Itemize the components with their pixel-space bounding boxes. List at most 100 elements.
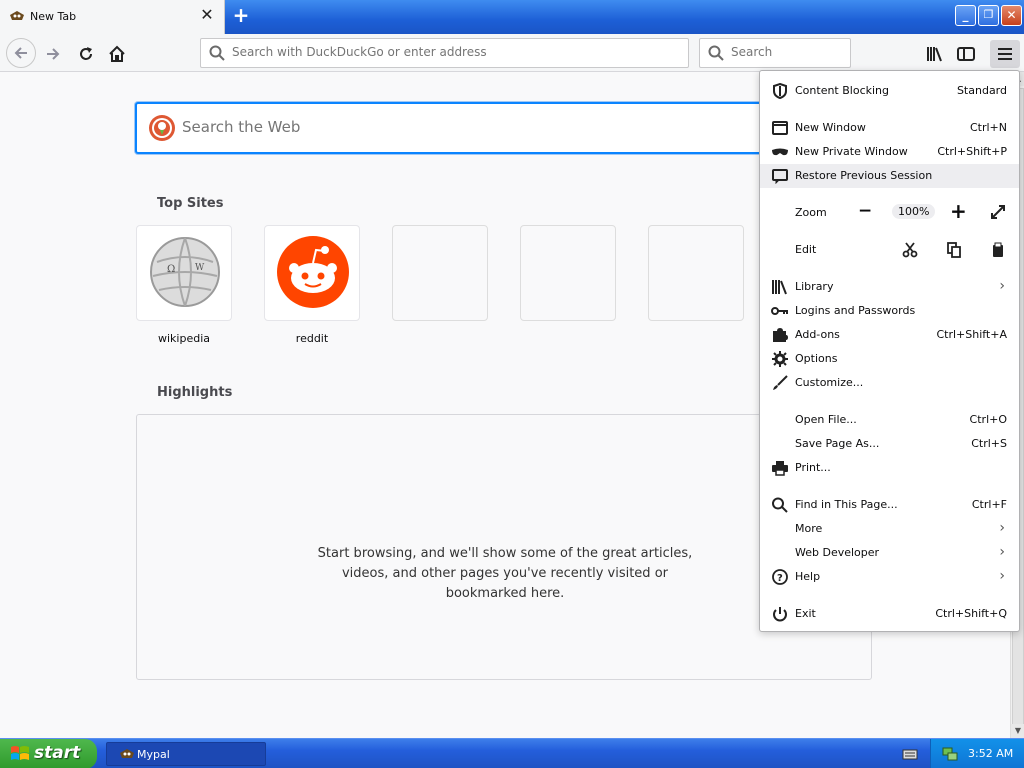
tab-new-tab[interactable]: New Tab ✕ (0, 0, 225, 34)
minimize-button[interactable]: _ (955, 5, 976, 26)
menu-item-options[interactable]: Options (760, 347, 1019, 371)
start-button[interactable]: start (0, 739, 97, 768)
address-bar[interactable] (200, 38, 689, 68)
menu-item-library[interactable]: Library › (760, 275, 1019, 299)
web-search-input[interactable] (182, 118, 742, 136)
search-bar[interactable] (699, 38, 859, 68)
paste-icon[interactable] (990, 242, 1006, 258)
printer-icon (772, 461, 788, 476)
menu-item-label: Web Developer (795, 546, 880, 559)
menu-item-web-developer[interactable]: Web Developer › (760, 541, 1019, 565)
library-icon (772, 280, 787, 295)
top-site-tile-empty[interactable] (648, 225, 744, 321)
svg-text:?: ? (777, 573, 783, 584)
search-input[interactable] (731, 45, 859, 59)
tab-title: New Tab (30, 10, 77, 23)
clock[interactable]: 3:52 AM (968, 747, 1013, 760)
taskbar-item-label: Mypal (137, 748, 170, 761)
zoom-out-button[interactable]: − (858, 201, 872, 221)
main-menu-button[interactable] (990, 40, 1020, 68)
menu-item-label: New Window (795, 121, 866, 134)
sidebar-icon (957, 47, 975, 61)
home-button[interactable] (103, 40, 131, 68)
new-tab-button[interactable]: + (231, 5, 251, 26)
content-blocking-value: Standard (956, 84, 1007, 97)
forward-button[interactable] (39, 40, 67, 68)
menu-item-new-window[interactable]: New Window Ctrl+N (760, 116, 1019, 140)
menu-item-content-blocking[interactable]: Content Blocking Standard (760, 79, 1019, 103)
menu-shortcut: Ctrl+Shift+A (936, 328, 1007, 341)
restore-window-icon: ❐ (983, 8, 994, 21)
menu-item-save-page[interactable]: Save Page As... Ctrl+S (760, 432, 1019, 456)
windows-logo-icon (11, 746, 29, 760)
menu-item-addons[interactable]: Add-ons Ctrl+Shift+A (760, 323, 1019, 347)
network-icon[interactable] (941, 746, 959, 762)
menu-item-more[interactable]: More › (760, 517, 1019, 541)
back-arrow-icon (14, 47, 27, 59)
top-site-label: wikipedia (157, 332, 210, 345)
menu-shortcut: Ctrl+S (971, 437, 1007, 450)
cut-icon[interactable] (902, 242, 918, 258)
svg-text:Ω: Ω (167, 264, 175, 275)
taskbar: start Mypal 3:52 AM (0, 738, 1024, 768)
zoom-in-button[interactable]: + (950, 199, 967, 223)
menu-item-label: Zoom (795, 206, 827, 219)
restore-button[interactable]: ❐ (978, 5, 999, 26)
reload-button[interactable] (72, 40, 100, 68)
home-icon (109, 45, 125, 62)
mask-icon (772, 148, 788, 156)
wikipedia-logo-icon: ΩW (150, 237, 220, 307)
menu-item-help[interactable]: ? Help › (760, 565, 1019, 589)
duckduckgo-logo-icon (149, 115, 175, 141)
top-sites-title: Top Sites (157, 196, 224, 211)
menu-item-label: Restore Previous Session (795, 169, 933, 182)
back-button[interactable] (6, 38, 36, 68)
menu-item-label: Content Blocking (795, 84, 890, 97)
menu-item-label: New Private Window (795, 145, 908, 158)
copy-icon[interactable] (946, 242, 962, 258)
menu-item-label: Library (795, 280, 834, 293)
menu-item-new-private-window[interactable]: New Private Window Ctrl+Shift+P (760, 140, 1019, 164)
fullscreen-icon[interactable] (990, 204, 1006, 220)
menu-item-customize[interactable]: Customize... (760, 371, 1019, 395)
search-icon (772, 497, 788, 513)
shield-icon (773, 83, 787, 99)
hamburger-menu-icon (998, 48, 1012, 60)
menu-item-restore-session[interactable]: Restore Previous Session (760, 164, 1019, 188)
library-button[interactable] (921, 40, 949, 68)
menu-item-print[interactable]: Print... (760, 456, 1019, 480)
top-site-tile-wikipedia[interactable]: ΩW (136, 225, 232, 321)
menu-item-find[interactable]: Find in This Page... Ctrl+F (760, 493, 1019, 517)
address-input[interactable] (232, 45, 646, 59)
menu-shortcut: Ctrl+Shift+P (937, 145, 1007, 158)
chevron-right-icon: › (999, 520, 1005, 536)
search-icon (708, 45, 724, 61)
chevron-right-icon: › (999, 568, 1005, 584)
key-icon (771, 307, 788, 315)
scroll-down-icon[interactable]: ▼ (1011, 724, 1024, 738)
close-window-button[interactable]: ✕ (1001, 5, 1022, 26)
keyboard-icon[interactable] (902, 747, 918, 761)
menu-shortcut: Ctrl+N (969, 121, 1007, 134)
tab-favicon-icon (10, 11, 24, 20)
puzzle-icon (773, 328, 788, 342)
zoom-reset-button[interactable]: 100% (892, 204, 936, 219)
power-icon (773, 607, 787, 622)
top-site-tile-empty[interactable] (520, 225, 616, 321)
top-site-tile-empty[interactable] (392, 225, 488, 321)
taskbar-item-mypal[interactable]: Mypal (106, 742, 266, 766)
menu-item-label: Print... (795, 461, 831, 474)
chevron-right-icon: › (999, 278, 1005, 294)
menu-item-exit[interactable]: Exit Ctrl+Shift+Q (760, 602, 1019, 626)
menu-item-label: Save Page As... (795, 437, 880, 450)
menu-item-label: Add-ons (795, 328, 840, 341)
forward-arrow-icon (47, 48, 60, 60)
tab-close-icon[interactable]: ✕ (199, 7, 215, 23)
top-site-label: reddit (295, 332, 329, 345)
menu-item-edit: Edit (760, 238, 1019, 262)
menu-item-open-file[interactable]: Open File... Ctrl+O (760, 408, 1019, 432)
menu-item-logins[interactable]: Logins and Passwords (760, 299, 1019, 323)
top-site-tile-reddit[interactable] (264, 225, 360, 321)
sidebar-button[interactable] (952, 40, 980, 68)
highlights-empty-message: Start browsing, and we'll show some of t… (317, 546, 693, 601)
